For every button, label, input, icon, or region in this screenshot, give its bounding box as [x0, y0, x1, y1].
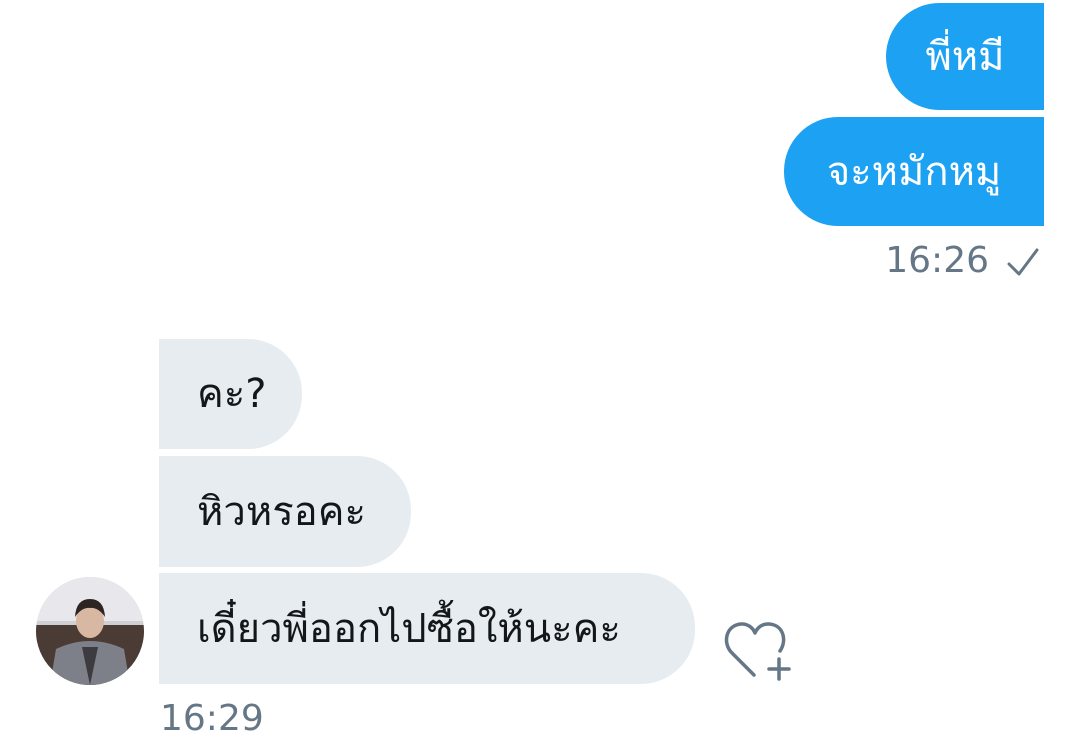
message-text: เดี๋ยวพี่ออกไปซื้อให้นะคะ: [197, 605, 621, 652]
outgoing-message[interactable]: จะหมักหมู: [784, 117, 1044, 226]
message-text: จะหมักหมู: [826, 148, 1002, 195]
message-text: คะ?: [197, 371, 267, 417]
message-timestamp: 16:26: [885, 240, 989, 281]
message-timestamp: 16:29: [160, 698, 264, 739]
message-text: หิวหรอคะ: [197, 488, 366, 535]
incoming-message[interactable]: คะ?: [159, 339, 302, 449]
message-text: พี่หมี: [925, 33, 1005, 80]
incoming-message[interactable]: หิวหรอคะ: [159, 456, 411, 567]
outgoing-message[interactable]: พี่หมี: [886, 3, 1044, 110]
checkmark-icon: [1007, 248, 1039, 276]
heart-plus-icon[interactable]: [724, 619, 794, 681]
incoming-message[interactable]: เดี๋ยวพี่ออกไปซื้อให้นะคะ: [159, 573, 695, 684]
conversation-thread: พี่หมี จะหมักหมู 16:26 คะ? หิวหรอคะ เดี๋…: [0, 0, 1080, 756]
user-avatar-icon: [36, 577, 144, 685]
avatar[interactable]: [36, 577, 144, 685]
